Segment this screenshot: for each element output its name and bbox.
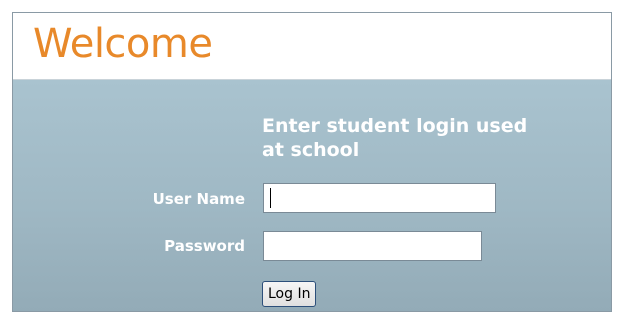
username-field[interactable] (263, 183, 496, 213)
login-instructions: Enter student login used at school (262, 115, 528, 161)
login-panel: Welcome Enter student login used at scho… (12, 12, 612, 312)
page-title: Welcome (33, 21, 213, 67)
panel-header: Welcome (13, 13, 611, 80)
username-label: User Name (152, 190, 245, 208)
login-form: Enter student login used at school User … (13, 80, 611, 311)
text-caret (270, 188, 271, 208)
password-label: Password (164, 237, 245, 255)
password-field[interactable] (263, 231, 482, 261)
login-button[interactable]: Log In (262, 281, 317, 307)
